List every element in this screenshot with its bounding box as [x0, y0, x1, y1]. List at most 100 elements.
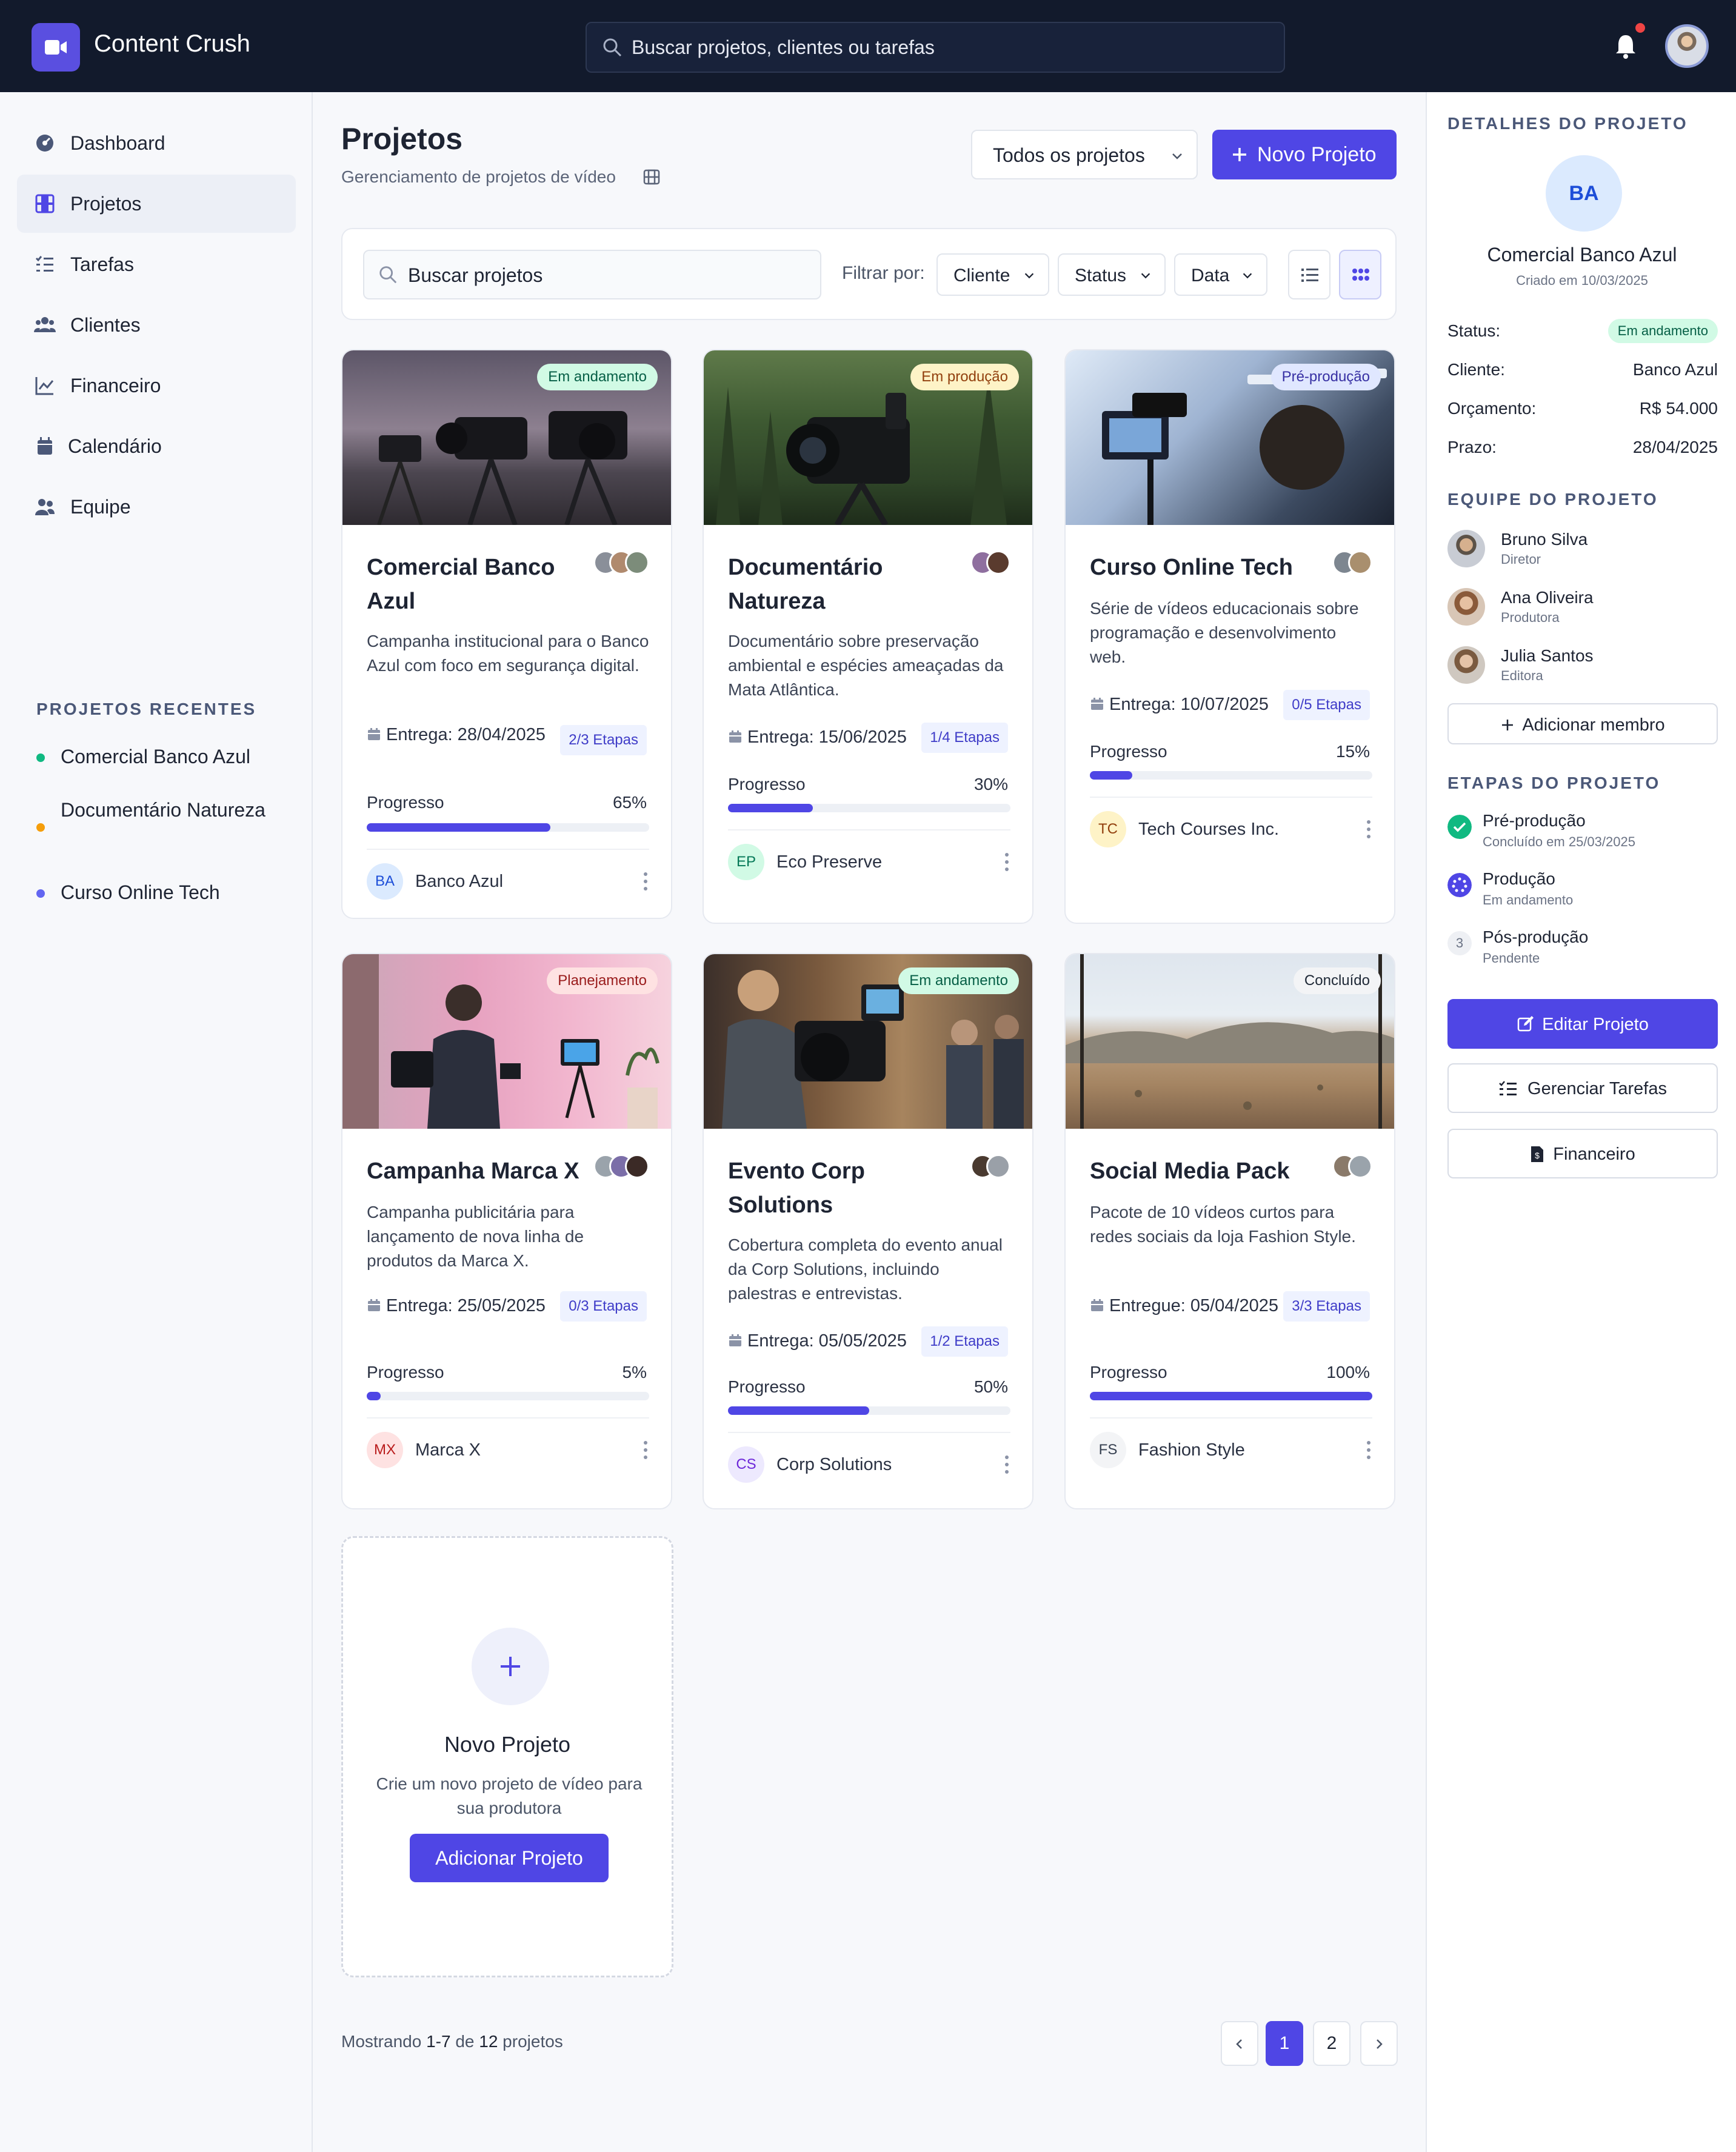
sidebar-item-tarefas[interactable]: Tarefas	[17, 235, 296, 293]
search-icon	[379, 266, 397, 284]
progress-label: Progresso	[367, 793, 444, 812]
progress-bar	[1090, 771, 1372, 780]
client-filter-dropdown[interactable]: Cliente	[936, 253, 1049, 296]
finance-button[interactable]: $ Financeiro	[1447, 1129, 1718, 1178]
project-description: Campanha publicitária para lançamento de…	[367, 1203, 584, 1270]
film-icon	[35, 194, 55, 213]
manage-tasks-text: Gerenciar Tarefas	[1527, 1079, 1667, 1098]
project-card[interactable]: Pré-produção Curso Online Tech Série de …	[1064, 349, 1395, 924]
video-camera-logo-icon[interactable]	[32, 23, 80, 72]
manage-tasks-button[interactable]: Gerenciar Tarefas	[1447, 1063, 1718, 1113]
status-filter-dropdown[interactable]: Status	[1058, 253, 1166, 296]
more-options-icon[interactable]	[643, 1439, 648, 1461]
project-title: Evento Corp Solutions	[728, 1158, 865, 1218]
grid-view-button[interactable]	[1339, 250, 1381, 299]
sidebar-item-label: Tarefas	[70, 253, 134, 275]
date-filter-dropdown[interactable]: Data	[1174, 253, 1267, 296]
more-options-icon[interactable]	[1366, 818, 1371, 840]
new-project-button[interactable]: Novo Projeto	[1212, 130, 1397, 179]
client-name: Marca X	[415, 1440, 481, 1460]
more-options-icon[interactable]	[643, 870, 648, 892]
status-dot	[36, 754, 45, 762]
more-options-icon[interactable]	[1366, 1439, 1371, 1461]
status-badge: Planejamento	[547, 967, 658, 994]
sidebar-item-projetos[interactable]: Projetos	[17, 175, 296, 233]
chevron-left-icon	[1236, 2039, 1242, 2049]
bell-icon[interactable]	[1614, 33, 1638, 62]
chevron-down-icon	[1172, 153, 1182, 159]
filter-dropdown-label: Cliente	[953, 266, 1010, 286]
detail-key: Cliente:	[1447, 360, 1505, 379]
divider	[367, 849, 649, 850]
project-due: Entrega: 05/05/2025	[728, 1331, 907, 1351]
project-filter-select[interactable]: Todos os projetos	[971, 130, 1198, 179]
project-card[interactable]: Em andamento Evento Corp Solutions Cober…	[703, 953, 1033, 1509]
sidebar-item-label: Projetos	[70, 193, 142, 215]
progress-value: 5%	[622, 1363, 647, 1382]
sidebar-item-equipe[interactable]: Equipe	[17, 478, 296, 536]
project-search-input[interactable]: Buscar projetos	[363, 250, 821, 299]
project-due: Entregue: 05/04/2025	[1090, 1296, 1278, 1316]
project-card[interactable]: Planejamento Campanha Marca X Campanha p…	[341, 953, 672, 1509]
stage-name: Pré-produção	[1483, 811, 1586, 830]
client-name: Tech Courses Inc.	[1138, 820, 1280, 839]
client-avatar: TC	[1090, 811, 1126, 847]
invoice-icon: $	[1531, 1146, 1544, 1162]
project-due-text: Entrega: 25/05/2025	[386, 1296, 546, 1315]
pagination-prev-button[interactable]	[1221, 2021, 1258, 2066]
project-description: Pacote de 10 vídeos curtos para redes so…	[1090, 1203, 1356, 1246]
add-member-button[interactable]: Adicionar membro	[1447, 703, 1718, 744]
divider	[1090, 1417, 1372, 1419]
detail-value: Banco Azul	[1632, 360, 1718, 379]
pagination-page-2[interactable]: 2	[1313, 2021, 1350, 2066]
progress-bar	[367, 823, 649, 832]
project-card[interactable]: Concluído Social Media Pack Pacote de 10…	[1064, 953, 1395, 1509]
calendar-icon	[368, 1299, 380, 1311]
sidebar-item-label: Financeiro	[70, 375, 161, 396]
steps-badge: 3/3 Etapas	[1283, 1291, 1370, 1322]
progress-value: 15%	[1335, 742, 1370, 761]
project-due-text: Entrega: 10/07/2025	[1109, 695, 1269, 714]
progress-fill	[1090, 1392, 1372, 1400]
project-description: Documentário sobre preservação ambiental…	[728, 632, 1004, 699]
new-project-card[interactable]: Novo Projeto Crie um novo projeto de víd…	[341, 1536, 673, 1977]
plus-icon	[1502, 720, 1514, 730]
progress-label: Progresso	[367, 1363, 444, 1382]
steps-badge: 0/3 Etapas	[560, 1291, 647, 1322]
project-card[interactable]: Em produção Documentário Natureza Docume…	[703, 349, 1033, 924]
add-project-button[interactable]: Adicionar Projeto	[410, 1834, 609, 1882]
divider	[728, 829, 1010, 830]
sidebar-item-financeiro[interactable]: Financeiro	[17, 356, 296, 415]
pagination-range: 1-7	[426, 2032, 451, 2051]
edit-project-button[interactable]: Editar Projeto	[1447, 999, 1718, 1049]
pagination-next-button[interactable]	[1360, 2021, 1398, 2066]
check-circle-icon	[1447, 815, 1472, 839]
sidebar-item-clientes[interactable]: Clientes	[17, 296, 296, 354]
sidebar-item-dashboard[interactable]: Dashboard	[17, 114, 296, 172]
filter-bar: Buscar projetos Filtrar por: Cliente Sta…	[341, 228, 1397, 320]
pagination-page-1[interactable]: 1	[1266, 2021, 1303, 2066]
more-options-icon[interactable]	[1004, 851, 1009, 873]
recent-project-label: Curso Online Tech	[61, 881, 220, 903]
user-avatar[interactable]	[1665, 24, 1709, 68]
team-avatars	[593, 1154, 649, 1181]
global-search-input[interactable]: Buscar projetos, clientes ou tarefas	[586, 22, 1285, 73]
client-avatar: BA	[367, 863, 403, 900]
status-badge: Pré-produção	[1270, 364, 1381, 390]
project-title: Curso Online Tech	[1090, 555, 1294, 580]
more-options-icon[interactable]	[1004, 1454, 1009, 1475]
sidebar-item-label: Equipe	[70, 496, 131, 518]
project-due-text: Entrega: 15/06/2025	[747, 727, 907, 747]
divider	[367, 1417, 649, 1419]
progress-label: Progresso	[1090, 742, 1167, 761]
member-name: Julia Santos	[1501, 646, 1594, 665]
chevron-down-icon	[1024, 273, 1034, 279]
project-card[interactable]: Em andamento Comercial Banco Azul Campan…	[341, 349, 672, 919]
chart-line-icon	[35, 377, 54, 395]
sidebar-item-label: Dashboard	[70, 132, 165, 154]
add-circle-icon[interactable]	[472, 1628, 549, 1705]
list-view-button[interactable]	[1288, 250, 1330, 299]
project-due-text: Entregue: 05/04/2025	[1109, 1296, 1278, 1315]
sidebar-item-calendario[interactable]: Calendário	[17, 417, 296, 475]
client-name: Fashion Style	[1138, 1440, 1245, 1460]
